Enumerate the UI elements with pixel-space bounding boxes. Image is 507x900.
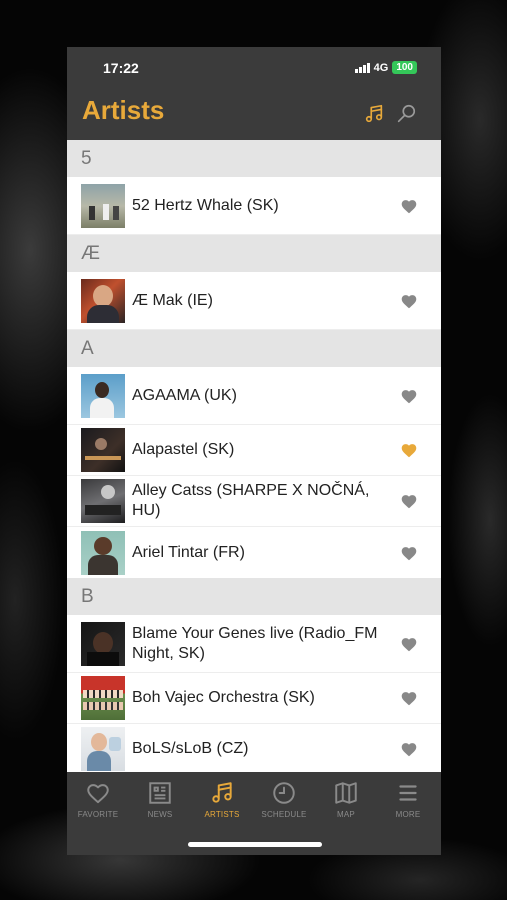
tab-favorite[interactable]: FAVORITE (67, 780, 129, 819)
artist-name: Boh Vajec Orchestra (SK) (132, 689, 315, 706)
header: Artists (67, 91, 441, 139)
tab-bar: FAVORITE NEWS ARTISTS SCHEDULE MAP MORE (67, 772, 441, 855)
network-type: 4G (373, 61, 389, 74)
tab-artists[interactable]: ARTISTS (191, 780, 253, 819)
artist-row[interactable]: Alapastel (SK) (67, 425, 441, 476)
phone-screen: 17:22 4G 100 Artists 5 52 Hertz Whale (S… (67, 47, 441, 855)
artist-name: Æ Mak (IE) (132, 291, 213, 309)
artist-name: 52 Hertz Whale (SK) (132, 196, 279, 214)
artist-name: Ariel Tintar (FR) (132, 543, 245, 561)
tab-news[interactable]: NEWS (129, 780, 191, 819)
heart-icon[interactable] (400, 493, 418, 509)
section-header-b: B (67, 578, 441, 615)
heart-icon[interactable] (400, 388, 418, 404)
artist-photo (81, 373, 125, 418)
status-time: 17:22 (103, 60, 139, 76)
tab-more[interactable]: MORE (377, 780, 439, 819)
heart-icon[interactable] (400, 545, 418, 561)
battery-icon: 100 (392, 61, 417, 74)
home-indicator[interactable] (188, 842, 322, 847)
artist-name: BoLS/sLoB (CZ) (132, 740, 249, 757)
artist-row[interactable]: AGAAMA (UK) (67, 367, 441, 425)
tab-label: MAP (337, 810, 355, 819)
status-bar: 17:22 4G 100 (67, 47, 441, 91)
artist-name: Alapastel (SK) (132, 441, 235, 458)
section-header-ae: Æ (67, 235, 441, 272)
news-icon (149, 782, 171, 804)
artist-name: Alley Catss (SHARPE X NOČNÁ, HU) (132, 482, 370, 519)
artist-photo (81, 479, 125, 523)
artist-row[interactable]: Alley Catss (SHARPE X NOČNÁ, HU) (67, 476, 441, 527)
artist-row[interactable]: Æ Mak (IE) (67, 272, 441, 330)
status-indicators: 4G 100 (354, 61, 417, 74)
artist-photo (81, 530, 125, 575)
artist-photo (81, 428, 125, 472)
music-filter-icon[interactable] (363, 103, 385, 125)
tab-map[interactable]: MAP (315, 780, 377, 819)
heart-icon[interactable] (400, 198, 418, 214)
artist-row[interactable]: BoLS/sLoB (CZ) (67, 724, 441, 772)
artist-row[interactable]: Ariel Tintar (FR) (67, 527, 441, 578)
section-header-a: A (67, 330, 441, 367)
heart-icon-favorited[interactable] (400, 442, 418, 458)
clock-icon (273, 782, 295, 804)
section-header-5: 5 (67, 140, 441, 177)
map-icon (335, 782, 357, 804)
search-icon[interactable] (395, 103, 417, 125)
tab-label: SCHEDULE (261, 810, 307, 819)
tab-label: FAVORITE (77, 810, 119, 819)
artist-list[interactable]: 5 52 Hertz Whale (SK) Æ Æ Mak (IE) A AGA… (67, 140, 441, 772)
heart-icon[interactable] (400, 690, 418, 706)
tab-schedule[interactable]: SCHEDULE (253, 780, 315, 819)
artist-photo (81, 676, 125, 720)
signal-icon (354, 62, 370, 73)
artist-photo (81, 183, 125, 228)
heart-icon (87, 784, 109, 804)
artist-name: AGAAMA (UK) (132, 386, 237, 404)
artist-photo (81, 621, 125, 666)
artist-row[interactable]: Blame Your Genes live (Radio_FM Night, S… (67, 615, 441, 673)
heart-icon[interactable] (400, 636, 418, 652)
tab-label: NEWS (147, 810, 173, 819)
heart-icon[interactable] (400, 741, 418, 757)
tab-label: ARTISTS (204, 810, 240, 819)
artist-row[interactable]: Boh Vajec Orchestra (SK) (67, 673, 441, 724)
artist-photo (81, 727, 125, 771)
heart-icon[interactable] (400, 293, 418, 309)
tab-label: MORE (395, 810, 421, 819)
artist-photo (81, 278, 125, 323)
artist-row[interactable]: 52 Hertz Whale (SK) (67, 177, 441, 235)
menu-icon (399, 785, 417, 801)
music-note-icon (212, 782, 232, 803)
artist-name: Blame Your Genes live (Radio_FM Night, S… (132, 624, 378, 662)
page-title: Artists (82, 95, 165, 125)
